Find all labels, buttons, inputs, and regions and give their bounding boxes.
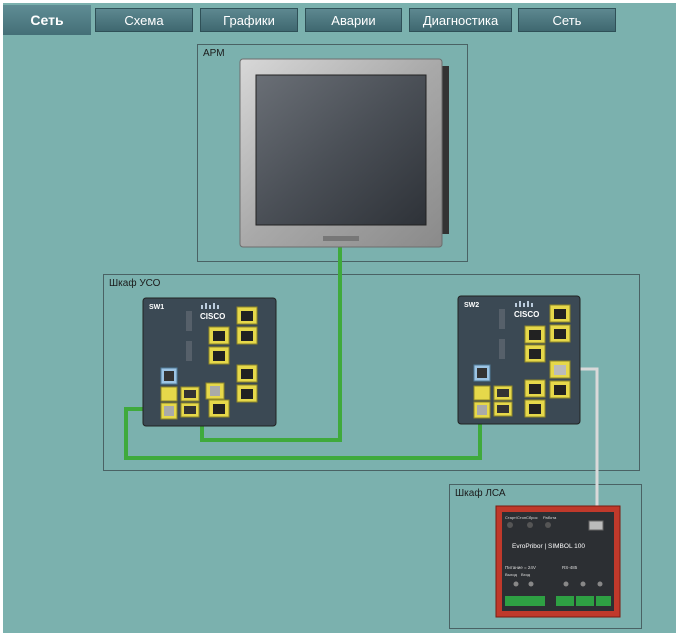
led-label-work: Работа <box>543 515 557 520</box>
sw2-brand: CISCO <box>514 310 539 319</box>
network-page: Сеть Схема Графики Аварии Диагностика Се… <box>3 3 676 633</box>
rs485-connector <box>588 520 604 531</box>
io-label-output: Выход <box>505 572 518 577</box>
hmi-monitor <box>239 58 449 248</box>
terminal-rs485-3 <box>596 596 611 606</box>
led-label-start-stop: Старт/Стоп <box>505 515 526 520</box>
sw1-label: SW1 <box>149 304 164 311</box>
rs485-label: RS-485 <box>562 565 578 570</box>
led-reset <box>527 522 533 528</box>
terminal-rs485-2 <box>576 596 594 606</box>
power-label: Питание = 24V <box>505 565 536 570</box>
terminal-rs485-1 <box>556 596 574 606</box>
sw1-brand: CISCO <box>200 312 225 321</box>
io-label-input: Вход <box>521 572 531 577</box>
controller-simbol: Старт/Стоп Сброс Работа EvroPribor | SIM… <box>495 505 621 618</box>
led-start-stop <box>507 522 513 528</box>
sw2-label: SW2 <box>464 302 479 309</box>
controller-brand: EvroPribor | SIMBOL 100 <box>512 543 585 550</box>
led-work <box>545 522 551 528</box>
terminal-power <box>505 596 545 606</box>
switch-sw1: SW1 CISCO <box>142 297 277 427</box>
switch-sw2: SW2 CISCO <box>457 295 581 425</box>
led-label-reset: Сброс <box>526 515 538 520</box>
network-diagram: SW1 CISCO SW2 CISCO Старт/Стоп Сброс Раб… <box>124 58 621 618</box>
